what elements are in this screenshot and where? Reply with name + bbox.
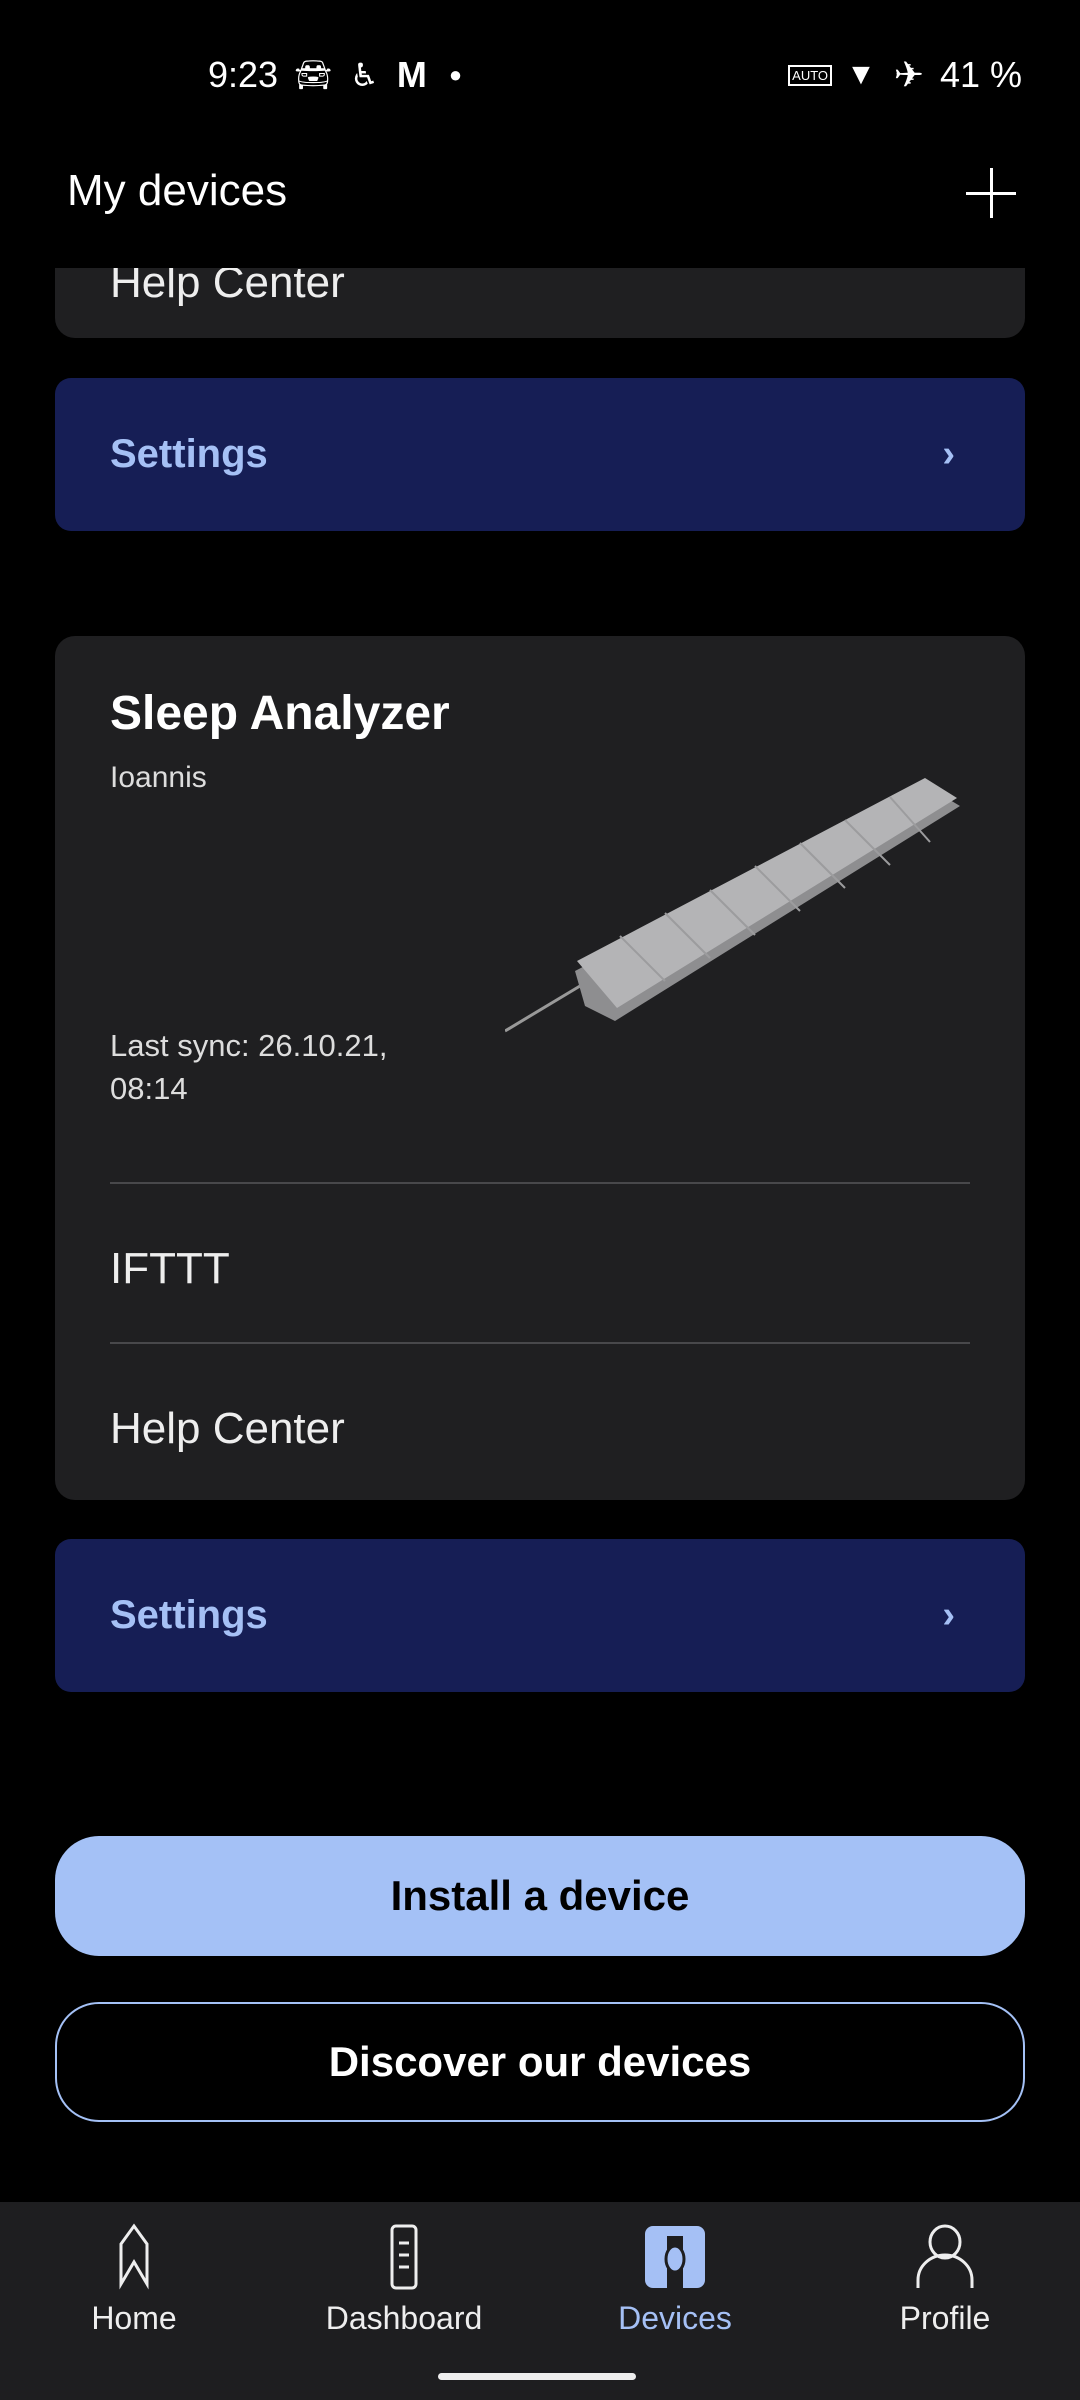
plus-icon[interactable] — [966, 168, 1016, 218]
home-icon — [119, 2223, 149, 2290]
sleep-analyzer-image — [505, 778, 960, 1033]
car-icon: 🚘︎ — [294, 58, 333, 92]
auto-hz-icon: AUTO — [788, 64, 833, 86]
dashboard-icon — [390, 2224, 418, 2290]
install-device-button[interactable]: Install a device — [55, 1836, 1025, 1956]
device-list[interactable]: Help Center Settings › Sleep Analyzer Io… — [0, 268, 1080, 2202]
status-bar-right: AUTO ▼ ✈︎ 41 % — [788, 50, 1022, 100]
last-sync: Last sync: 26.10.21, 08:14 — [110, 1024, 387, 1110]
help-center-link[interactable]: Help Center — [110, 268, 345, 308]
battery-level: 41 % — [939, 54, 1022, 95]
discover-devices-button[interactable]: Discover our devices — [55, 2002, 1025, 2122]
device-name: Sleep Analyzer — [110, 687, 450, 740]
devices-icon — [645, 2226, 705, 2288]
device-card-sleep-analyzer: Sleep Analyzer Ioannis Last sync: 26.10.… — [55, 636, 1025, 1500]
nav-label: Home — [91, 2300, 177, 2336]
nav-home[interactable]: Home — [34, 2222, 234, 2337]
gmail-icon: M — [396, 54, 427, 95]
nav-label: Devices — [618, 2300, 732, 2336]
settings-button[interactable]: Settings › — [55, 378, 1025, 531]
chevron-right-icon: › — [942, 1594, 955, 1636]
last-sync-date: Last sync: 26.10.21, — [110, 1028, 388, 1063]
help-center-link[interactable]: Help Center — [110, 1404, 345, 1454]
settings-label: Settings — [110, 432, 268, 476]
divider — [110, 1182, 970, 1184]
settings-button[interactable]: Settings › — [55, 1539, 1025, 1692]
divider — [110, 1342, 970, 1344]
airplane-icon: ✈︎ — [893, 54, 924, 95]
previous-device-card: Help Center — [55, 268, 1025, 338]
ifttt-link[interactable]: IFTTT — [110, 1244, 230, 1294]
chevron-right-icon: › — [942, 433, 955, 475]
settings-label: Settings — [110, 1593, 268, 1637]
nav-profile[interactable]: Profile — [845, 2222, 1045, 2337]
nav-dashboard[interactable]: Dashboard — [304, 2222, 504, 2337]
accessibility-icon: ♿︎ — [350, 57, 379, 93]
nav-label: Dashboard — [325, 2300, 483, 2336]
page-title: My devices — [67, 166, 288, 215]
status-bar-left: 9:23 🚘︎ ♿︎ M ● — [208, 50, 462, 100]
last-sync-time: 08:14 — [110, 1071, 188, 1106]
bottom-nav: Home Dashboard Devices Profile — [0, 2202, 1080, 2400]
wifi-icon: ▼ — [846, 58, 876, 91]
nav-devices[interactable]: Devices — [575, 2222, 775, 2337]
home-indicator[interactable] — [438, 2373, 636, 2380]
nav-label: Profile — [899, 2300, 991, 2336]
device-owner: Ioannis — [110, 761, 207, 794]
dot-icon: ● — [448, 62, 463, 87]
profile-icon — [916, 2224, 974, 2288]
clock: 9:23 — [208, 54, 279, 95]
